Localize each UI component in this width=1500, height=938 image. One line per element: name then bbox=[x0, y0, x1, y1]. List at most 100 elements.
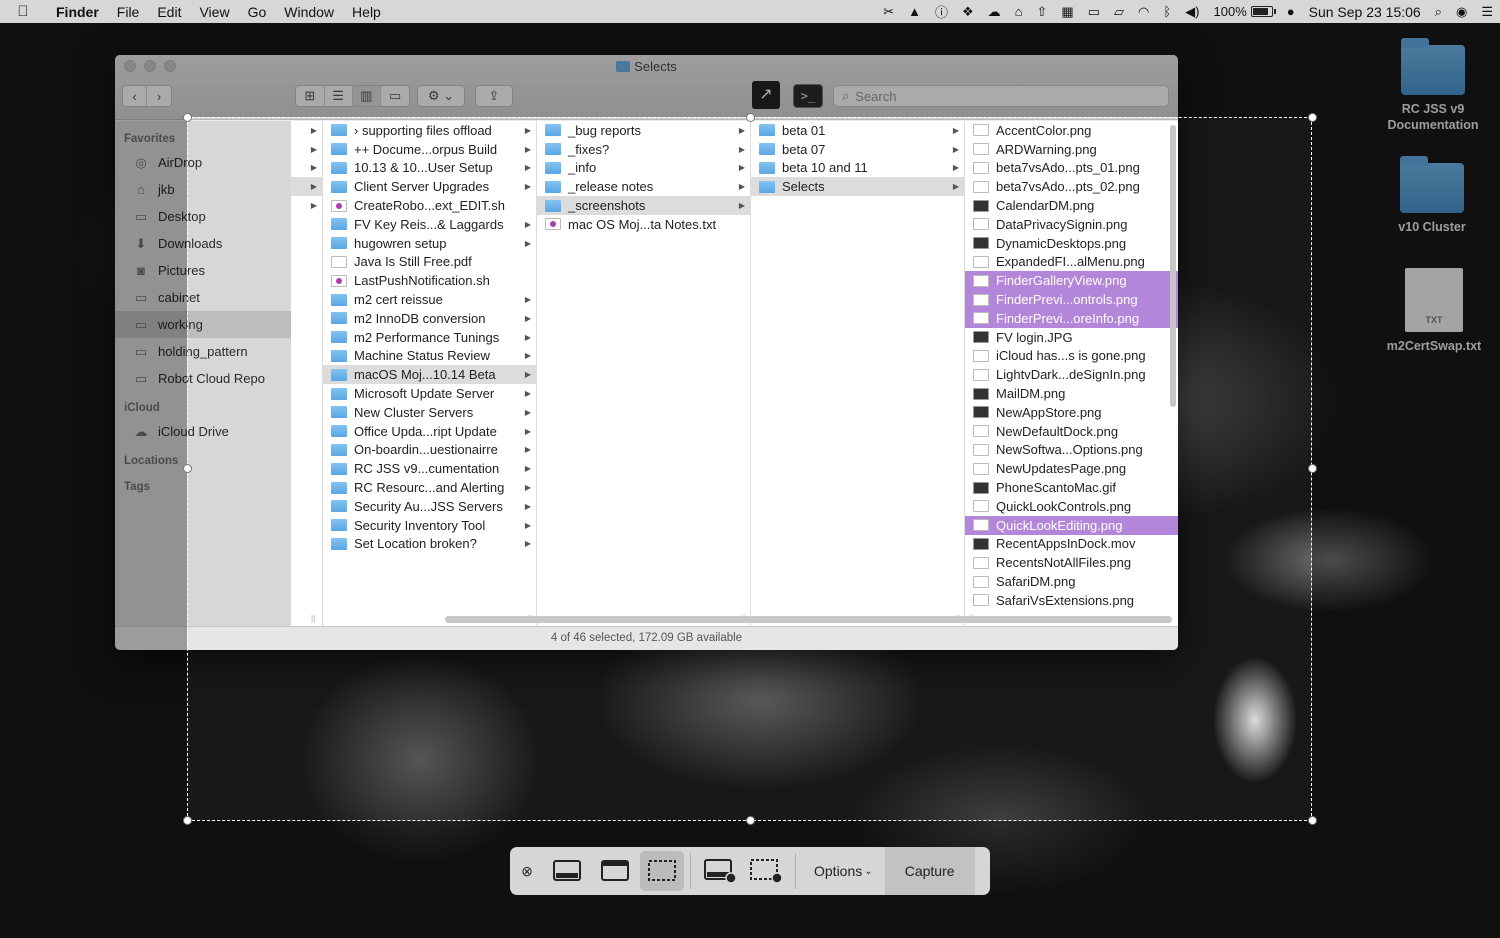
menu-view[interactable]: View bbox=[190, 4, 238, 20]
file-row[interactable]: CalendarDM.png bbox=[965, 196, 1178, 215]
terminal-icon[interactable]: >_ bbox=[793, 84, 823, 108]
share-button[interactable]: ⇪ bbox=[475, 85, 513, 107]
file-row[interactable]: ▶ bbox=[291, 159, 322, 178]
calendar-icon[interactable]: ▦ bbox=[1054, 0, 1080, 23]
scissors-icon[interactable]: ✂ bbox=[876, 0, 901, 23]
list-view-button[interactable]: ☰ bbox=[325, 86, 353, 106]
file-row[interactable]: iCloud has...s is gone.png bbox=[965, 347, 1178, 366]
pin-icon[interactable]: ▲ bbox=[901, 0, 928, 23]
file-row[interactable]: New Cluster Servers ▶ bbox=[323, 403, 536, 422]
capture-selection-button[interactable] bbox=[640, 851, 684, 891]
sidebar-item-airdrop[interactable]: ◎ AirDrop bbox=[115, 149, 291, 176]
file-row[interactable]: Microsoft Update Server ▶ bbox=[323, 384, 536, 403]
file-row[interactable]: QuickLookControls.png bbox=[965, 497, 1178, 516]
desktop-file-m2certswap[interactable]: TXT m2CertSwap.txt bbox=[1379, 268, 1489, 354]
file-row[interactable]: QuickLookEditing.png bbox=[965, 515, 1178, 535]
column-resize-handle[interactable]: || bbox=[311, 614, 315, 623]
file-row[interactable]: RecentsNotAllFiles.png bbox=[965, 553, 1178, 572]
record-selection-button[interactable] bbox=[743, 847, 789, 895]
file-row[interactable]: DynamicDesktops.png bbox=[965, 234, 1178, 253]
file-row[interactable]: › supporting files offload ▶ bbox=[323, 121, 536, 140]
sidebar-item-icloud-drive[interactable]: ☁ iCloud Drive bbox=[115, 418, 291, 445]
column-1[interactable]: ▶ ▶ ▶ ▶ ▶ || bbox=[291, 121, 323, 626]
selection-handle-br[interactable] bbox=[1308, 816, 1317, 825]
record-screen-button[interactable] bbox=[697, 847, 743, 895]
apple-menu-icon[interactable]:  bbox=[0, 3, 46, 20]
column-3[interactable]: _bug reports ▶ _fixes? ▶ _info ▶ _release note… bbox=[537, 121, 751, 626]
file-row[interactable]: 10.13 & 10...User Setup ▶ bbox=[323, 159, 536, 178]
menu-app-name[interactable]: Finder bbox=[46, 4, 108, 20]
file-row[interactable]: DataPrivacySignin.png bbox=[965, 215, 1178, 234]
gallery-view-button[interactable]: ▭ bbox=[381, 86, 409, 106]
dropbox-icon[interactable]: ❖ bbox=[955, 0, 981, 23]
sidebar-item-desktop[interactable]: ▭ Desktop bbox=[115, 203, 291, 230]
file-row[interactable]: MailDM.png bbox=[965, 384, 1178, 403]
file-row[interactable]: m2 InnoDB conversion ▶ bbox=[323, 309, 536, 328]
clock[interactable]: Sun Sep 23 15:06 bbox=[1302, 0, 1428, 23]
file-row[interactable]: RecentAppsInDock.mov bbox=[965, 535, 1178, 554]
spotlight-search-icon[interactable]: ⌕ bbox=[1428, 0, 1449, 23]
selection-handle-tr[interactable] bbox=[1308, 113, 1317, 122]
file-row[interactable]: _bug reports ▶ bbox=[537, 121, 750, 140]
horizontal-scrollbar[interactable] bbox=[445, 616, 1172, 623]
file-row[interactable]: PhoneScantoMac.gif bbox=[965, 478, 1178, 497]
file-row[interactable]: Java Is Still Free.pdf bbox=[323, 253, 536, 272]
file-row[interactable]: LastPushNotification.sh bbox=[323, 271, 536, 290]
file-row[interactable]: ▶ bbox=[291, 196, 322, 215]
file-row[interactable]: RC JSS v9...cumentation ▶ bbox=[323, 459, 536, 478]
file-row[interactable]: FV Key Reis...& Laggards ▶ bbox=[323, 215, 536, 234]
file-row[interactable]: NewUpdatesPage.png bbox=[965, 459, 1178, 478]
file-row[interactable]: mac OS Moj...ta Notes.txt bbox=[537, 215, 750, 234]
file-row[interactable]: macOS Moj...10.14 Beta ▶ bbox=[323, 365, 536, 385]
sidebar-item-cabinet[interactable]: ▭ cabinet bbox=[115, 284, 291, 311]
file-row[interactable]: SafariVsExtensions.png bbox=[965, 591, 1178, 610]
sidebar-item-holding-pattern[interactable]: ▭ holding_pattern bbox=[115, 338, 291, 365]
airplay-icon[interactable]: ▱ bbox=[1107, 0, 1131, 23]
sidebar-item-downloads[interactable]: ⬇ Downloads bbox=[115, 230, 291, 257]
battery-status[interactable]: 100% bbox=[1207, 0, 1280, 23]
search-field[interactable]: ⌕ Search bbox=[833, 85, 1169, 107]
file-row[interactable]: Client Server Upgrades ▶ bbox=[323, 177, 536, 196]
file-row[interactable]: NewDefaultDock.png bbox=[965, 422, 1178, 441]
sidebar-item-working[interactable]: ▭ working bbox=[115, 311, 291, 338]
file-row[interactable]: beta 10 and 11 ▶ bbox=[751, 159, 964, 178]
file-row[interactable]: ExpandedFI...alMenu.png bbox=[965, 253, 1178, 272]
capture-entire-screen-button[interactable] bbox=[544, 847, 590, 895]
file-row[interactable]: m2 cert reissue ▶ bbox=[323, 290, 536, 309]
file-row[interactable]: beta 07 ▶ bbox=[751, 140, 964, 159]
selection-handle-mr[interactable] bbox=[1308, 464, 1317, 473]
file-row[interactable]: _info ▶ bbox=[537, 159, 750, 178]
file-row[interactable]: _screenshots ▶ bbox=[537, 196, 750, 215]
selection-handle-ml[interactable] bbox=[183, 464, 192, 473]
icon-view-button[interactable]: ⊞ bbox=[296, 86, 325, 106]
file-row[interactable]: SafariDM.png bbox=[965, 572, 1178, 591]
file-row[interactable]: hugowren setup ▶ bbox=[323, 234, 536, 253]
capture-button[interactable]: Capture bbox=[884, 847, 975, 895]
file-row[interactable]: _release notes ▶ bbox=[537, 177, 750, 196]
vertical-scrollbar[interactable] bbox=[1170, 125, 1176, 407]
file-row[interactable]: NewAppStore.png bbox=[965, 403, 1178, 422]
file-row[interactable]: FinderGalleryView.png bbox=[965, 271, 1178, 291]
volume-icon[interactable]: ◀) bbox=[1178, 0, 1206, 23]
sidebar-header-tags[interactable]: Tags bbox=[115, 477, 291, 497]
sidebar-header-locations[interactable]: Locations bbox=[115, 451, 291, 471]
sidebar-item-pictures[interactable]: ◙ Pictures bbox=[115, 257, 291, 284]
file-row[interactable]: Security Inventory Tool ▶ bbox=[323, 516, 536, 535]
desktop-folder-v10-cluster[interactable]: v10 Cluster bbox=[1377, 156, 1487, 235]
file-row[interactable]: beta7vsAdo...pts_01.png bbox=[965, 159, 1178, 178]
file-row[interactable]: beta7vsAdo...pts_02.png bbox=[965, 177, 1178, 196]
display-icon[interactable]: ▭ bbox=[1081, 0, 1107, 23]
back-button[interactable]: ‹ bbox=[123, 86, 148, 106]
desktop-folder-rc-jss[interactable]: RC JSS v9 Documentation bbox=[1378, 38, 1488, 133]
file-row[interactable]: ▶ bbox=[291, 121, 322, 140]
file-row[interactable]: LightvDark...deSignIn.png bbox=[965, 365, 1178, 384]
wifi-icon[interactable]: ◠ bbox=[1131, 0, 1156, 23]
file-row[interactable]: ▶ bbox=[291, 140, 322, 159]
launch-app-icon[interactable]: ↗ bbox=[752, 81, 780, 109]
menu-go[interactable]: Go bbox=[239, 4, 276, 20]
user-icon[interactable]: ● bbox=[1280, 0, 1302, 23]
file-row[interactable]: Selects ▶ bbox=[751, 177, 964, 197]
sidebar-item-jkb[interactable]: ⌂ jkb bbox=[115, 176, 291, 203]
bluetooth-icon[interactable]: ᛒ bbox=[1156, 0, 1178, 23]
file-row[interactable]: beta 01 ▶ bbox=[751, 121, 964, 140]
